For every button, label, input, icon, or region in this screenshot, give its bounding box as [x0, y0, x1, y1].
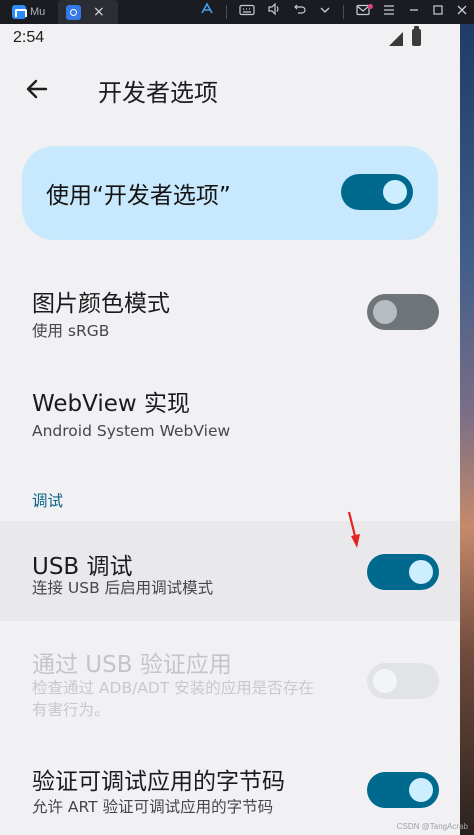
pref-title: USB 调试: [32, 554, 133, 580]
pref-summary: 连接 USB 后启用调试模式: [32, 579, 214, 597]
verify-apps-over-usb-row: 通过 USB 验证应用 检查通过 ADB/ADT 安装的应用是否存在 有害行为。: [0, 621, 460, 736]
switch-knob: [373, 300, 397, 324]
switch-knob: [409, 560, 433, 584]
switch-knob: [373, 669, 397, 693]
app-store-icon[interactable]: [200, 0, 214, 24]
picture-color-mode-row[interactable]: 图片颜色模式 使用 sRGB: [0, 264, 460, 364]
keyboard-icon[interactable]: [239, 0, 255, 24]
chevron-down-icon[interactable]: [319, 0, 331, 24]
pref-summary-line-1: 检查通过 ADB/ADT 安装的应用是否存在: [32, 679, 314, 697]
master-switch-label: 使用“开发者选项”: [46, 183, 231, 209]
close-icon[interactable]: [456, 0, 468, 24]
emulator-tab-home[interactable]: Mu: [6, 0, 56, 24]
master-toggle-switch[interactable]: [341, 174, 413, 210]
pref-summary-line-2: 有害行为。: [32, 701, 110, 719]
usb-debugging-switch[interactable]: [367, 554, 439, 590]
developer-options-master-card[interactable]: 使用“开发者选项”: [22, 146, 438, 240]
annotation-arrow: [347, 511, 360, 548]
toolbar-divider: [226, 5, 227, 19]
status-time: 2:54: [13, 29, 45, 46]
signal-icon: [389, 32, 403, 46]
app-bar: 开发者选项: [0, 54, 460, 124]
phone-screen: 2:54 开发者选项 使用“开发者选项” 图片颜色模式 使用 sRGB WebV…: [0, 24, 460, 835]
minimize-icon[interactable]: [408, 0, 420, 24]
desktop-wallpaper: [460, 24, 474, 835]
mail-icon[interactable]: [356, 0, 373, 24]
maximize-icon[interactable]: [432, 0, 444, 24]
battery-icon: [412, 26, 421, 46]
pref-summary: 使用 sRGB: [32, 322, 110, 340]
menu-icon[interactable]: [382, 0, 396, 24]
verify-apps-over-usb-switch: [367, 663, 439, 699]
pref-title: 图片颜色模式: [32, 291, 170, 317]
watermark: CSDN @TangAcrab: [396, 822, 468, 831]
pref-summary: Android System WebView: [32, 422, 231, 440]
webview-implementation-row[interactable]: WebView 实现 Android System WebView: [0, 364, 460, 464]
usb-debugging-row[interactable]: USB 调试 连接 USB 后启用调试模式: [0, 521, 460, 621]
rotate-icon[interactable]: [293, 0, 307, 24]
picture-color-mode-switch[interactable]: [367, 294, 439, 330]
emulator-app-icon: [12, 5, 27, 19]
pref-title: 验证可调试应用的字节码: [32, 769, 285, 795]
pref-title: 通过 USB 验证应用: [32, 652, 232, 678]
status-bar: 2:54: [0, 24, 460, 54]
verify-bytecode-row[interactable]: 验证可调试应用的字节码 允许 ART 验证可调试应用的字节码: [0, 736, 460, 835]
back-arrow-icon[interactable]: [24, 76, 50, 102]
page-title: 开发者选项: [98, 79, 218, 107]
toolbar-divider: [343, 5, 344, 19]
emulator-tab-settings[interactable]: ×: [58, 0, 118, 24]
verify-bytecode-switch[interactable]: [367, 772, 439, 808]
emulator-toolbar: [200, 0, 468, 24]
emulator-title-bar: Mu ×: [0, 0, 474, 24]
settings-app-icon: [66, 4, 81, 20]
volume-icon[interactable]: [267, 0, 281, 24]
switch-knob: [383, 180, 407, 204]
pref-title: WebView 实现: [32, 391, 191, 417]
pref-summary: 允许 ART 验证可调试应用的字节码: [32, 798, 274, 816]
debug-section-header: 调试: [32, 492, 64, 510]
switch-knob: [409, 778, 433, 802]
tab-close-icon[interactable]: ×: [93, 4, 105, 20]
emulator-tab-label: Mu: [30, 6, 46, 18]
